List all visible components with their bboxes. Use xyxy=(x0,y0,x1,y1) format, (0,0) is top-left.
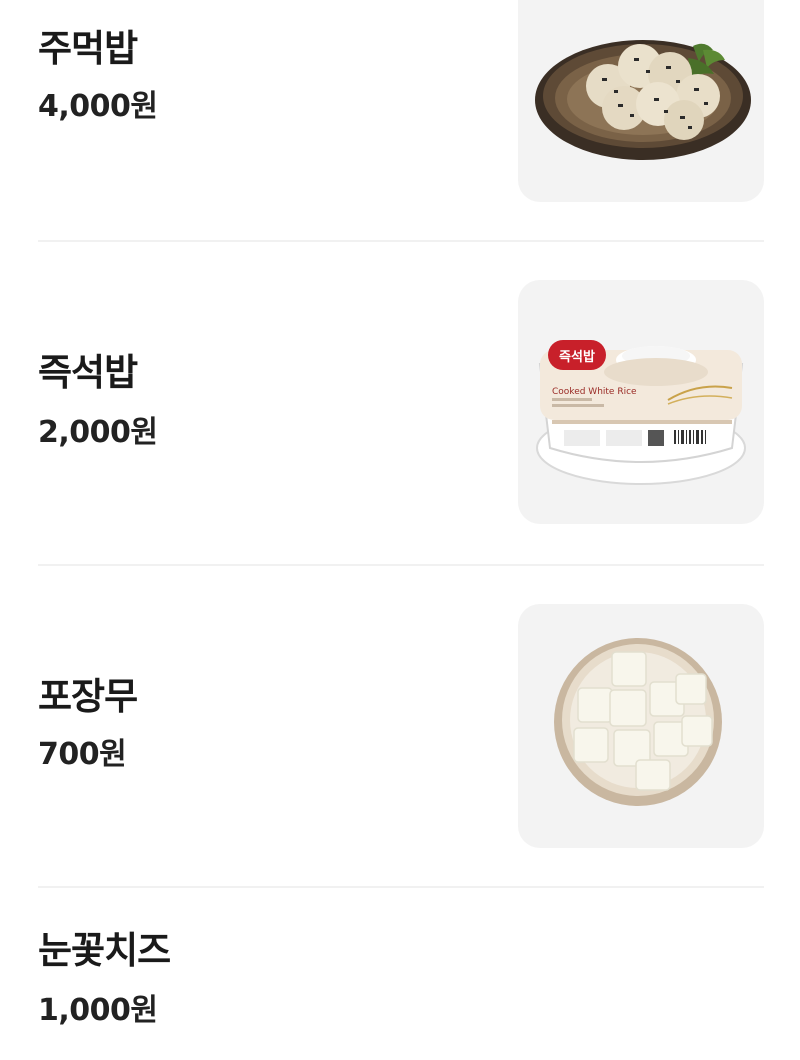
item-price: 1,000원 xyxy=(38,993,158,1028)
item-name: 주먹밥 xyxy=(38,27,138,70)
item-thumbnail-rice-ball[interactable] xyxy=(518,0,764,202)
package-brand-label: 즉석밥 xyxy=(559,349,595,365)
item-name: 눈꽃치즈 xyxy=(38,929,171,972)
item-price: 2,000원 xyxy=(38,415,158,450)
menu-item-rice-ball[interactable]: 주먹밥 4,000원 xyxy=(38,0,764,240)
item-price: 700원 xyxy=(38,737,127,772)
instant-rice-image: 즉석밥 Cooked White Rice xyxy=(536,340,746,485)
menu-item-pickled-radish[interactable]: 포장무 700원 xyxy=(38,566,764,886)
item-thumbnail-instant-rice[interactable]: 즉석밥 Cooked White Rice xyxy=(518,280,764,524)
menu-item-snow-cheese[interactable]: 눈꽃치즈 1,000원 xyxy=(38,888,764,1060)
item-thumbnail-pickled-radish[interactable] xyxy=(518,604,764,848)
item-name: 포장무 xyxy=(38,675,138,718)
item-price: 4,000원 xyxy=(38,89,158,124)
item-name: 즉석밥 xyxy=(38,351,138,394)
menu-item-instant-rice[interactable]: 즉석밥 2,000원 즉석밥 Cooked White Rice xyxy=(38,242,764,564)
pickled-radish-image xyxy=(554,638,722,806)
rice-ball-image xyxy=(535,40,751,160)
package-subtitle: Cooked White Rice xyxy=(552,387,637,397)
